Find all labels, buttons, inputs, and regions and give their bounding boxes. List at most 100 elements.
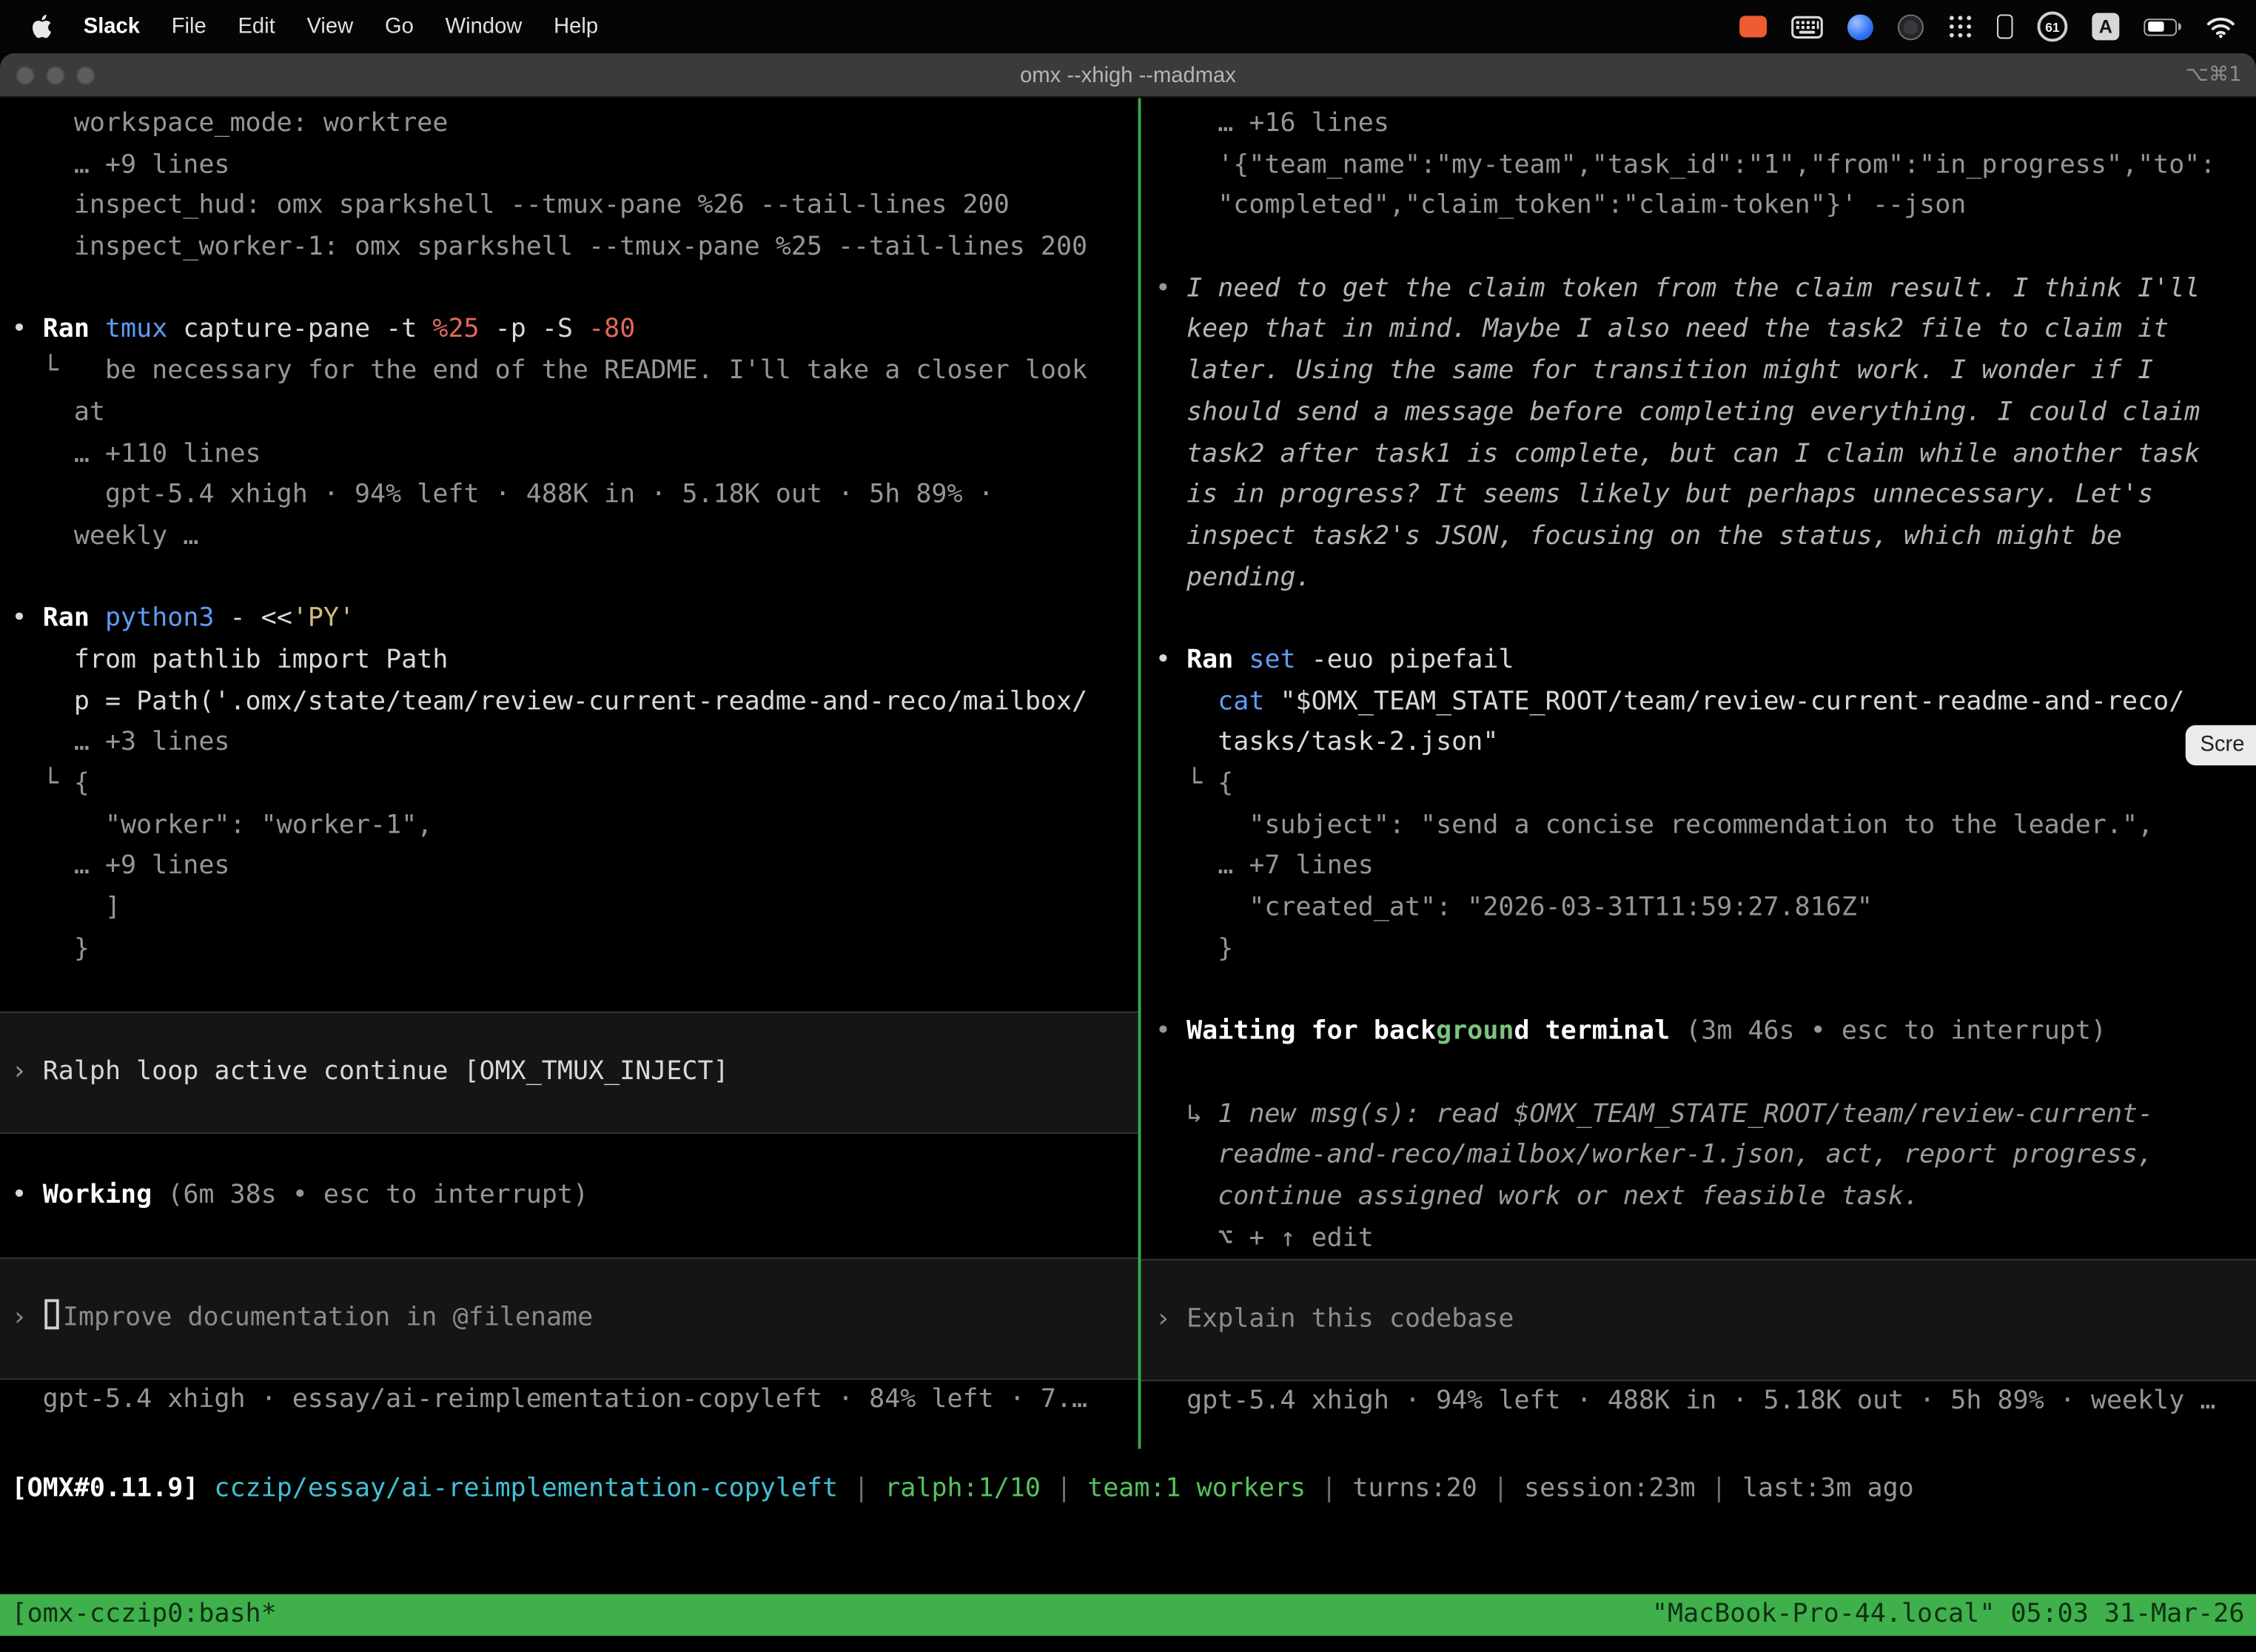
- terminal-line: ⌥ + ↑ edit: [1155, 1218, 2256, 1260]
- left-working-stream: • Working (6m 38s • esc to interrupt): [0, 1133, 1138, 1257]
- menu-view[interactable]: View: [307, 14, 354, 38]
- utility-app-icon[interactable]: [1898, 13, 1924, 39]
- terminal-line: "completed","claim_token":"claim-token"}…: [1155, 186, 2256, 227]
- battery-gauge-value: 61: [2045, 19, 2059, 33]
- window-shortcut-hint: ⌥⌘1: [2186, 64, 2242, 87]
- terminal-line: inspect task2's JSON, focusing on the st…: [1155, 517, 2256, 558]
- terminal-line: ]: [12, 887, 1138, 929]
- notification-peek[interactable]: Scre: [2186, 725, 2256, 765]
- terminal-line: inspect_hud: omx sparkshell --tmux-pane …: [12, 186, 1138, 227]
- close-button[interactable]: [16, 65, 34, 84]
- tmux-status-bar: [omx-cczip0:bash* "MacBook-Pro-44.local"…: [0, 1594, 2256, 1636]
- apple-menu[interactable]: [32, 14, 52, 38]
- right-output-stream: … +16 lines '{"team_name":"my-team","tas…: [1141, 104, 2256, 1259]
- terminal-line: from pathlib import Path: [12, 640, 1138, 682]
- right-statusline: gpt-5.4 xhigh · 94% left · 488K in · 5.1…: [1141, 1381, 2256, 1423]
- terminal-line: tasks/task-2.json": [1155, 722, 2256, 764]
- terminal-line: … +3 lines: [12, 722, 1138, 764]
- terminal-line: [12, 1133, 1138, 1175]
- terminal-line: [12, 269, 1138, 310]
- terminal-line: • Ran python3 - <<'PY': [12, 599, 1138, 640]
- right-composer[interactable]: › Explain this codebase: [1141, 1259, 2256, 1381]
- terminal-line: ↳ 1 new msg(s): read $OMX_TEAM_STATE_ROO…: [1155, 1094, 2256, 1135]
- keyboard-icon[interactable]: [1791, 15, 1823, 38]
- screen-recording-indicator[interactable]: [1739, 16, 1767, 37]
- left-composer-input[interactable]: › Improve documentation in @filename: [12, 1297, 1138, 1339]
- ralph-loop-line: › Ralph loop active continue [OMX_TMUX_I…: [12, 1052, 1138, 1093]
- terminal-line: … +16 lines: [1155, 104, 2256, 145]
- terminal-line: inspect_worker-1: omx sparkshell --tmux-…: [12, 227, 1138, 269]
- omx-session-statusline: [OMX#0.11.9] cczip/essay/ai-reimplementa…: [0, 1448, 2256, 1510]
- terminal-line: … +110 lines: [12, 434, 1138, 475]
- terminal-line: }: [1155, 929, 2256, 970]
- minimize-button[interactable]: [46, 65, 64, 84]
- right-pane[interactable]: … +16 lines '{"team_name":"my-team","tas…: [1141, 98, 2256, 1448]
- terminal-line: … +9 lines: [12, 145, 1138, 187]
- left-composer[interactable]: › Improve documentation in @filename: [0, 1258, 1138, 1380]
- terminal-line: workspace_mode: worktree: [12, 104, 1138, 145]
- terminal-line: p = Path('.omx/state/team/review-current…: [12, 682, 1138, 723]
- active-app-menu[interactable]: Slack: [84, 14, 140, 38]
- left-output-stream: workspace_mode: worktree … +9 lines insp…: [0, 104, 1138, 1012]
- apple-icon: [32, 14, 52, 38]
- tmux-session-window-label[interactable]: [omx-cczip0:bash*: [12, 1594, 277, 1636]
- terminal-line: continue assigned work or next feasible …: [1155, 1177, 2256, 1218]
- terminal-line: gpt-5.4 xhigh · 94% left · 488K in · 5.1…: [12, 475, 1138, 517]
- terminal-line: [12, 557, 1138, 599]
- menu-bar-left: Slack File Edit View Go Window Help: [32, 14, 598, 38]
- terminal-line: • Waiting for background terminal (3m 46…: [1155, 1012, 2256, 1053]
- menu-help[interactable]: Help: [554, 14, 598, 38]
- terminal-line: [1155, 1053, 2256, 1095]
- menu-bar: Slack File Edit View Go Window Help 61 A: [0, 0, 2256, 53]
- terminal-line: gpt-5.4 xhigh · essay/ai-reimplementatio…: [12, 1379, 1138, 1420]
- zoom-button[interactable]: [76, 65, 95, 84]
- terminal-line: task2 after task1 is complete, but can I…: [1155, 434, 2256, 475]
- terminal-line: }: [12, 929, 1138, 970]
- left-pane[interactable]: workspace_mode: worktree … +9 lines insp…: [0, 98, 1138, 1448]
- menu-file[interactable]: File: [172, 14, 207, 38]
- menu-bar-status-items: 61 A: [1739, 12, 2236, 42]
- dots-grid-icon[interactable]: [1948, 14, 1973, 38]
- menu-go[interactable]: Go: [385, 14, 414, 38]
- terminal-line: at: [12, 392, 1138, 434]
- traffic-lights: [16, 53, 95, 96]
- terminal-line: cat "$OMX_TEAM_STATE_ROOT/team/review-cu…: [1155, 682, 2256, 723]
- terminal-line: [12, 1216, 1138, 1258]
- menu-window[interactable]: Window: [446, 14, 523, 38]
- terminal-line: later. Using the same for transition mig…: [1155, 352, 2256, 393]
- terminal-window: omx --xhigh --madmax ⌥⌘1 workspace_mode:…: [0, 53, 2256, 1652]
- window-title: omx --xhigh --madmax: [1020, 63, 1236, 87]
- terminal-line: • Working (6m 38s • esc to interrupt): [12, 1175, 1138, 1216]
- terminal-line: "created_at": "2026-03-31T11:59:27.816Z": [1155, 887, 2256, 929]
- terminal-line: [1155, 227, 2256, 269]
- right-composer-input[interactable]: › Explain this codebase: [1155, 1300, 2256, 1341]
- terminal-line: '{"team_name":"my-team","task_id":"1","f…: [1155, 145, 2256, 187]
- screen: Slack File Edit View Go Window Help 61 A: [0, 0, 2256, 1652]
- terminal-line: [1155, 970, 2256, 1012]
- terminal-line: should send a message before completing …: [1155, 392, 2256, 434]
- device-icon[interactable]: [1997, 14, 2012, 38]
- input-source-icon[interactable]: A: [2092, 13, 2119, 40]
- terminal-line: … +9 lines: [12, 847, 1138, 888]
- battery-gauge-icon[interactable]: 61: [2038, 12, 2068, 42]
- terminal-line: gpt-5.4 xhigh · 94% left · 488K in · 5.1…: [1155, 1381, 2256, 1423]
- menu-edit[interactable]: Edit: [238, 14, 275, 38]
- terminal-line: • Ran set -euo pipefail: [1155, 640, 2256, 682]
- wifi-icon[interactable]: [2206, 15, 2236, 38]
- terminal-line: └ be necessary for the end of the README…: [12, 352, 1138, 393]
- terminal-line: "worker": "worker-1",: [12, 805, 1138, 847]
- browser-app-icon[interactable]: [1847, 13, 1873, 39]
- tmux-host-clock-label: "MacBook-Pro-44.local" 05:03 31-Mar-26: [1652, 1594, 2245, 1636]
- left-statusline: gpt-5.4 xhigh · essay/ai-reimplementatio…: [0, 1379, 1138, 1420]
- terminal-line: pending.: [1155, 557, 2256, 599]
- terminal-line: [1155, 599, 2256, 640]
- terminal-line: "subject": "send a concise recommendatio…: [1155, 805, 2256, 847]
- terminal-line: • I need to get the claim token from the…: [1155, 269, 2256, 310]
- terminal-line: [12, 970, 1138, 1012]
- terminal-line: weekly …: [12, 517, 1138, 558]
- tmux-panes: workspace_mode: worktree … +9 lines insp…: [0, 98, 2256, 1448]
- battery-icon[interactable]: [2143, 18, 2181, 35]
- window-titlebar[interactable]: omx --xhigh --madmax ⌥⌘1: [0, 53, 2256, 98]
- ralph-loop-banner: › Ralph loop active continue [OMX_TMUX_I…: [0, 1012, 1138, 1134]
- terminal-line: is in progress? It seems likely but perh…: [1155, 475, 2256, 517]
